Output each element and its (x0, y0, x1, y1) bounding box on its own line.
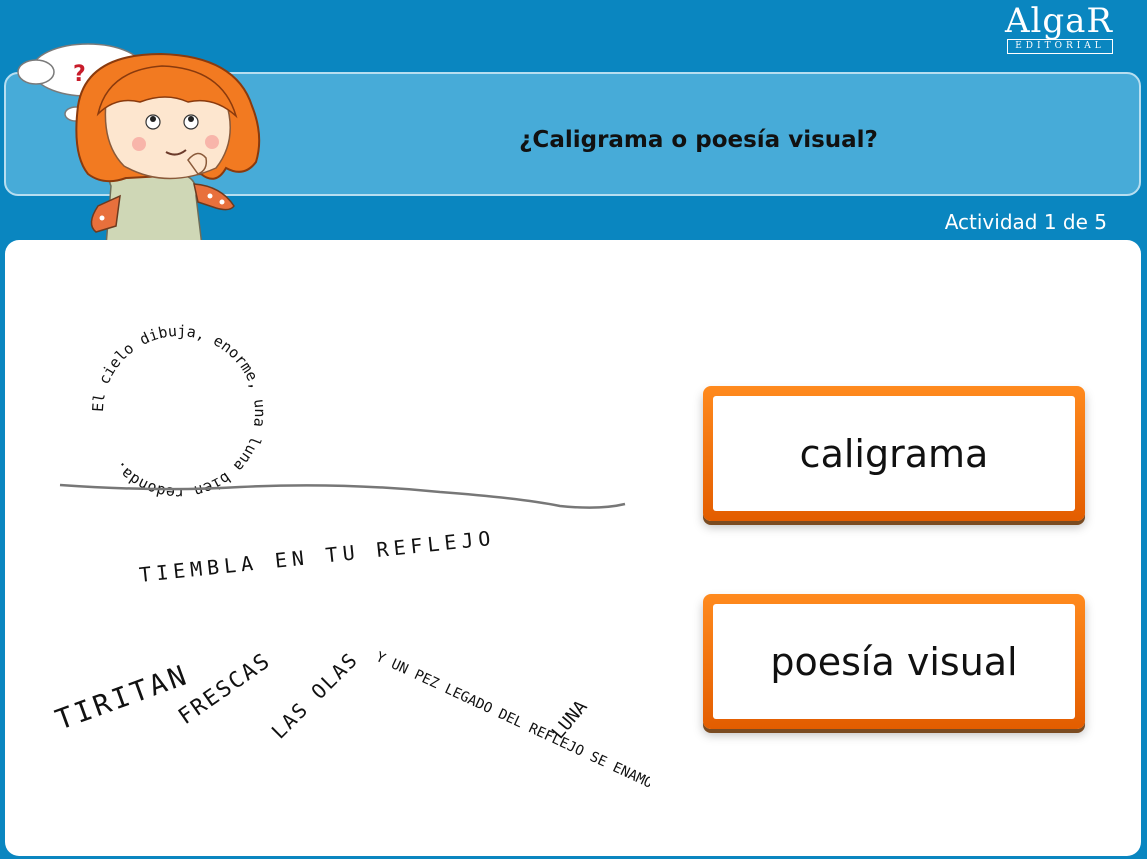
question-mark: ? (73, 62, 86, 87)
girl-thinking-illustration: ? (17, 43, 261, 246)
bottom-word-5: LUNA (548, 696, 592, 743)
bottom-word-1: TIRITAN (51, 658, 193, 737)
answer-button-caligrama[interactable]: caligrama (703, 386, 1085, 521)
activity-counter: Actividad 1 de 5 (944, 210, 1107, 234)
circle-poem-text: El cielo dibuja, enorme, una luna bien r… (89, 322, 269, 502)
answer-label: poesía visual (713, 604, 1075, 719)
brand-name: AlgaR (1004, 1, 1114, 41)
algar-logo: AlgaR EDITORIAL (1001, 2, 1117, 54)
wave-line (59, 483, 626, 509)
answer-label: caligrama (713, 396, 1075, 511)
brand-sub: EDITORIAL (1007, 39, 1113, 54)
bottom-word-3: LAS OLAS (267, 647, 363, 743)
bottom-word-4: Y UN PEZ LEGADO DEL REFLEJO SE ENAMORA (373, 649, 650, 799)
poem-illustration: El cielo dibuja, enorme, una luna bien r… (51, 322, 650, 799)
answer-button-poesia-visual[interactable]: poesía visual (703, 594, 1085, 729)
middle-poem-text: TIEMBLA EN TU REFLEJO (138, 526, 496, 587)
